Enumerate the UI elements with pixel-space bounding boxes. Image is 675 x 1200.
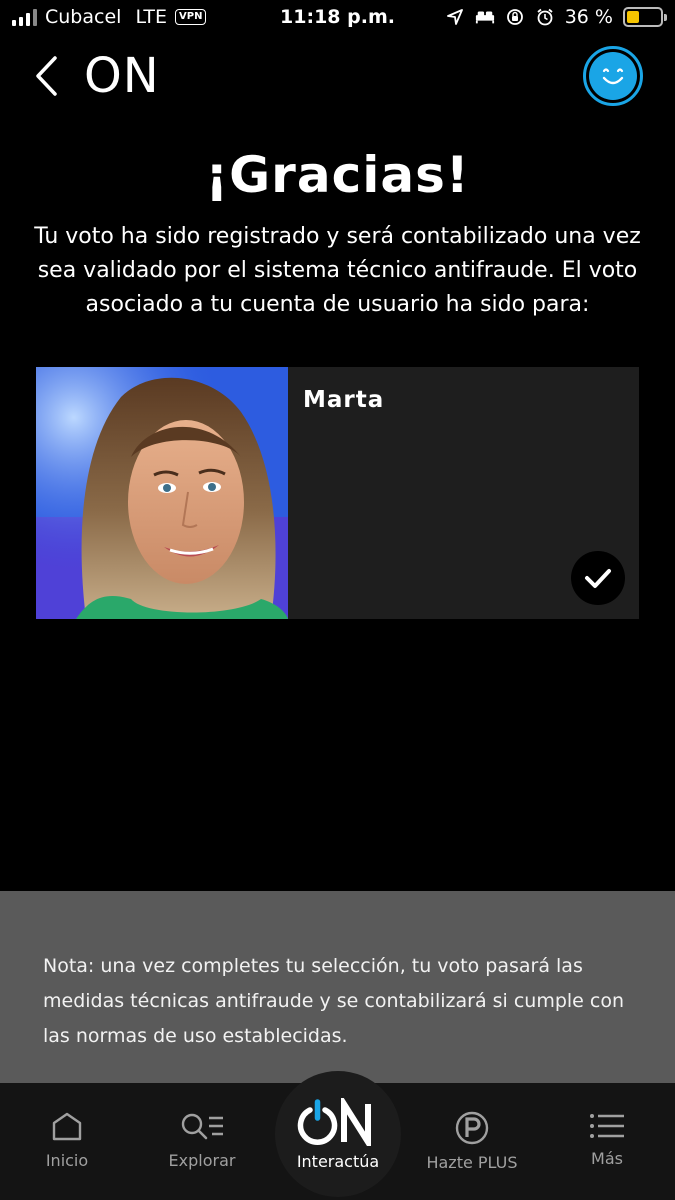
- tab-label: Interactúa: [296, 1151, 380, 1171]
- on-logo-icon: [296, 1097, 380, 1146]
- battery-percent: 36 %: [564, 6, 613, 28]
- alarm-icon: [535, 7, 555, 27]
- search-list-icon: [181, 1113, 223, 1140]
- profile-button[interactable]: [583, 46, 643, 106]
- orientation-lock-icon: [505, 7, 525, 27]
- tab-interactua[interactable]: Interactúa: [275, 1071, 401, 1197]
- battery-icon: [623, 7, 667, 27]
- note-panel: Nota: una vez completes tu selección, tu…: [0, 891, 675, 1083]
- tab-label: Hazte PLUS: [426, 1153, 518, 1172]
- thanks-title: ¡Gracias!: [205, 146, 470, 204]
- plus-p-icon: [455, 1111, 489, 1145]
- tab-explorar[interactable]: Explorar: [142, 1111, 262, 1170]
- tab-hazte-plus[interactable]: Hazte PLUS: [412, 1111, 532, 1172]
- back-button[interactable]: [26, 52, 66, 100]
- status-right: 36 %: [445, 6, 667, 28]
- candidate-photo: [36, 367, 288, 619]
- selected-check-button[interactable]: [571, 551, 625, 605]
- battery-fill: [627, 11, 639, 23]
- candidate-name: Marta: [303, 387, 385, 413]
- tab-mas[interactable]: Más: [547, 1111, 667, 1168]
- smiley-icon: [589, 52, 637, 100]
- menu-icon: [590, 1114, 624, 1138]
- location-arrow-icon: [445, 7, 465, 27]
- checkmark-icon: [585, 569, 611, 588]
- tab-label: Inicio: [45, 1151, 89, 1170]
- bed-icon: [475, 7, 495, 27]
- home-icon: [52, 1112, 82, 1141]
- candidate-card[interactable]: Marta: [36, 367, 639, 619]
- tab-label: Más: [591, 1149, 623, 1168]
- note-text: Nota: una vez completes tu selección, tu…: [43, 955, 625, 1047]
- tab-bar: Inicio Explorar Interactúa Hazte PLUS Má…: [0, 1071, 675, 1200]
- header: ON: [0, 44, 675, 108]
- portrait-image: [36, 367, 288, 619]
- chevron-left-icon: [36, 56, 57, 96]
- thanks-message: Tu voto ha sido registrado y será contab…: [34, 224, 641, 317]
- tab-inicio[interactable]: Inicio: [7, 1111, 127, 1170]
- tab-label: Explorar: [168, 1151, 236, 1170]
- page-title: ON: [84, 48, 160, 104]
- screen: Cubacel LTE VPN 11:18 p.m. 36 % ON ¡Grac…: [0, 0, 675, 1200]
- status-bar: Cubacel LTE VPN 11:18 p.m. 36 %: [0, 0, 675, 40]
